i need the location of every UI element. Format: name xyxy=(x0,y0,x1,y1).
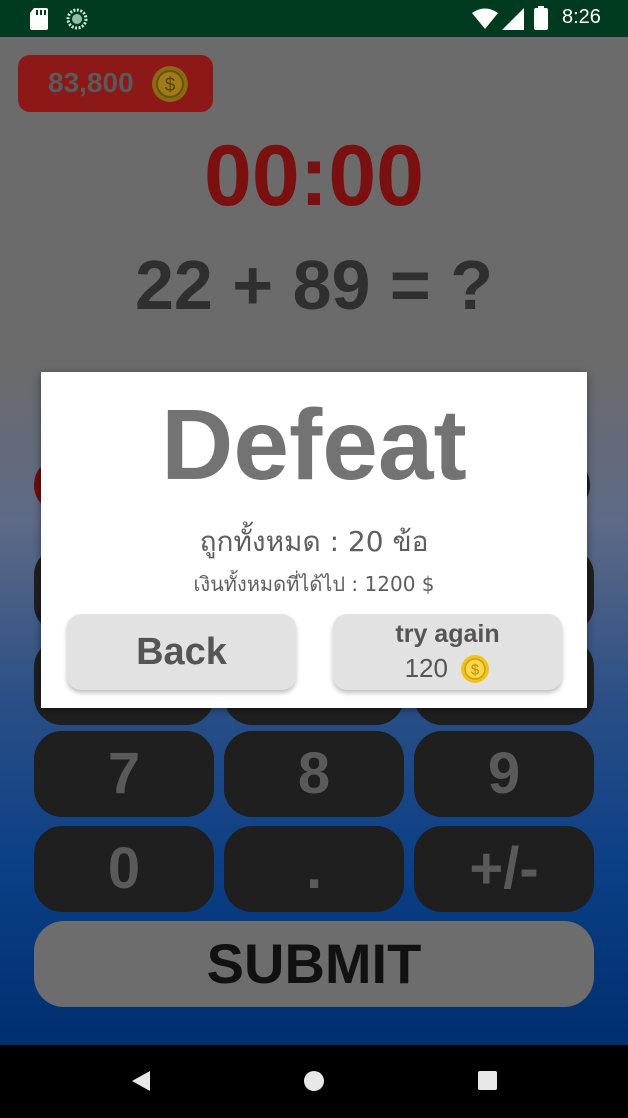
key-9[interactable]: 9 xyxy=(414,731,594,817)
navigation-bar xyxy=(0,1045,628,1118)
timer: 00:00 xyxy=(204,128,424,224)
defeat-dialog: Defeat ถูกทั้งหมด : 20 ข้อ เงินทั้งหมดที… xyxy=(41,372,587,708)
earned-money-text: เงินทั้งหมดที่ได้ไป : 1200 $ xyxy=(193,572,435,596)
clock: 8:26 xyxy=(562,6,601,28)
svg-text:$: $ xyxy=(165,75,176,96)
wifi-icon xyxy=(472,8,498,29)
sd-card-icon xyxy=(30,8,48,30)
key-plus-minus[interactable]: +/- xyxy=(414,826,594,912)
coin-icon: $ xyxy=(152,66,188,102)
retry-cost-row: 120 $ xyxy=(333,653,562,683)
battery-icon xyxy=(534,6,548,30)
home-icon[interactable] xyxy=(302,1069,326,1093)
coin-balance-badge: 83,800 $ xyxy=(18,55,213,112)
submit-button[interactable]: SUBMIT xyxy=(34,921,594,1007)
game-screen: 83,800 $ 00:00 22 + 89 = ? 7 8 9 0 . +/-… xyxy=(0,37,628,1045)
sync-icon xyxy=(66,8,88,30)
key-0[interactable]: 0 xyxy=(34,826,214,912)
key-8[interactable]: 8 xyxy=(224,731,404,817)
status-bar: 8:26 xyxy=(0,0,628,37)
coin-balance: 83,800 xyxy=(48,67,134,98)
try-again-button[interactable]: try again 120 $ xyxy=(333,614,562,690)
back-button-label: Back xyxy=(136,631,227,673)
math-question: 22 + 89 = ? xyxy=(134,246,494,324)
coin-icon: $ xyxy=(461,654,490,683)
back-button[interactable]: Back xyxy=(67,614,296,690)
svg-text:$: $ xyxy=(471,661,480,678)
signal-icon xyxy=(502,8,524,30)
dialog-title: Defeat xyxy=(161,389,467,501)
try-again-label: try again xyxy=(395,620,500,648)
correct-count-text: ถูกทั้งหมด : 20 ข้อ xyxy=(199,525,429,558)
key-decimal[interactable]: . xyxy=(224,826,404,912)
recents-icon[interactable] xyxy=(477,1069,499,1093)
key-7[interactable]: 7 xyxy=(34,731,214,817)
back-icon[interactable] xyxy=(130,1069,152,1093)
retry-cost: 120 xyxy=(404,653,448,683)
